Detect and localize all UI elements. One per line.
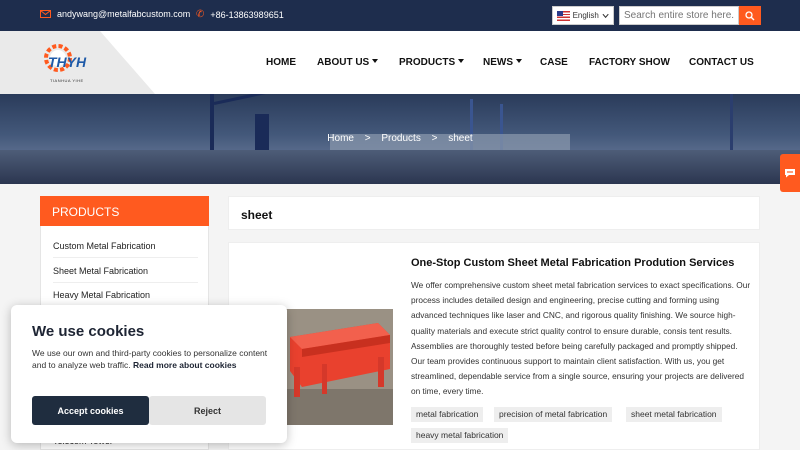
- nav-home[interactable]: HOME: [266, 57, 296, 68]
- chat-icon: [785, 169, 795, 178]
- nav-label: ABOUT US: [317, 57, 370, 68]
- email-contact[interactable]: andywang@metalfabcustom.com: [40, 9, 190, 19]
- tag-metal-fabrication[interactable]: metal fabrication: [411, 407, 484, 422]
- dock: [0, 150, 800, 184]
- breadcrumb-separator: >: [364, 133, 371, 144]
- gear-logo-icon: THYH: [44, 44, 87, 72]
- nav-products[interactable]: PRODUCTS: [399, 57, 465, 68]
- page-title: sheet: [228, 196, 760, 230]
- nav-about-us[interactable]: ABOUT US: [317, 57, 379, 68]
- breadcrumb-separator: >: [431, 133, 438, 144]
- tag-sheet-metal-fabrication[interactable]: sheet metal fabrication: [626, 407, 722, 422]
- product-description: We offer comprehensive custom sheet meta…: [411, 280, 751, 397]
- breadcrumb: Home > Products > sheet: [0, 133, 800, 144]
- nav-news[interactable]: NEWS: [483, 57, 522, 68]
- tag-precision-of-metal-fabrication[interactable]: precision of metal fabrication: [494, 407, 613, 422]
- cookie-banner: We use cookies We use our own and third-…: [11, 305, 287, 443]
- cookie-title: We use cookies: [32, 323, 145, 340]
- breadcrumb-current: sheet: [448, 133, 473, 144]
- crane-arm: [213, 94, 283, 105]
- nav-label: HOME: [266, 57, 296, 68]
- nav-label: FACTORY SHOW: [589, 57, 670, 68]
- sidebar-item-custom-metal-fabrication[interactable]: Custom Metal Fabrication: [53, 234, 198, 258]
- chevron-down-icon: [602, 13, 609, 18]
- nav-label: CASE: [540, 57, 568, 68]
- language-label: English: [572, 11, 599, 20]
- nav-label: PRODUCTS: [399, 57, 456, 68]
- tag-heavy-metal-fabrication[interactable]: heavy metal fabrication: [411, 428, 509, 443]
- phone-icon: ✆: [196, 9, 205, 20]
- caret-down-icon: [458, 58, 465, 63]
- email-text[interactable]: andywang@metalfabcustom.com: [57, 9, 190, 19]
- header: THYH TIANHUA YIHE HOME ABOUT US PRODUCTS…: [0, 31, 800, 94]
- breadcrumb-home[interactable]: Home: [327, 133, 354, 144]
- search-input[interactable]: [619, 6, 739, 25]
- sidebar-item-heavy-metal-fabrication[interactable]: Heavy Metal Fabrication: [53, 283, 198, 307]
- breadcrumb-products[interactable]: Products: [381, 133, 420, 144]
- accept-cookies-button[interactable]: Accept cookies: [32, 396, 149, 425]
- search-button[interactable]: [739, 6, 761, 25]
- cookie-text: We use our own and third-party cookies t…: [32, 347, 270, 371]
- nav-contact-us[interactable]: CONTACT US: [689, 57, 754, 68]
- logo[interactable]: THYH: [42, 42, 90, 83]
- top-bar: andywang@metalfabcustom.com ✆ +86-138639…: [0, 0, 800, 31]
- caret-down-icon: [516, 58, 522, 63]
- sidebar-item-sheet-metal-fabrication[interactable]: Sheet Metal Fabrication: [53, 259, 198, 283]
- product-image[interactable]: [282, 309, 393, 425]
- nav-label: NEWS: [483, 57, 513, 68]
- logo-subtitle: TIANHUA YIHE: [50, 78, 84, 83]
- us-flag-icon: [557, 10, 570, 21]
- sidebar-title: PRODUCTS: [40, 196, 209, 226]
- chat-tab[interactable]: [780, 154, 800, 192]
- logo-text: THYH: [48, 54, 87, 70]
- nav-factory-show[interactable]: FACTORY SHOW: [589, 57, 670, 68]
- mail-icon: [40, 10, 51, 18]
- caret-down-icon: [372, 58, 379, 63]
- language-selector[interactable]: English: [552, 6, 614, 25]
- reject-cookies-button[interactable]: Reject: [149, 396, 266, 425]
- product-title[interactable]: One-Stop Custom Sheet Metal Fabrication …: [411, 257, 756, 269]
- cookie-read-more-link[interactable]: Read more about cookies: [133, 360, 236, 370]
- product-illustration: [282, 309, 393, 425]
- nav-label: CONTACT US: [689, 57, 754, 68]
- page-banner: Home > Products > sheet: [0, 94, 800, 184]
- search-icon: [745, 10, 755, 20]
- nav-case[interactable]: CASE: [540, 57, 568, 68]
- phone-contact: ✆ +86-13863989651: [196, 9, 284, 20]
- phone-text: +86-13863989651: [210, 9, 284, 20]
